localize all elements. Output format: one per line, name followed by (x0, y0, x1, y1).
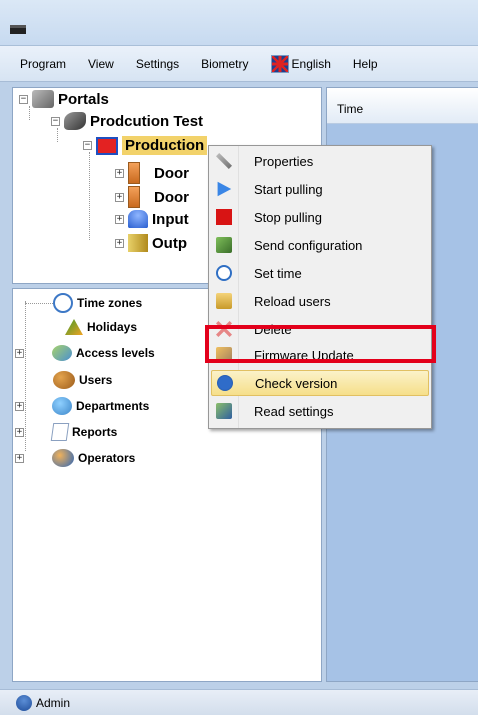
expand-icon[interactable]: + (15, 427, 24, 437)
menu-view[interactable]: View (88, 57, 114, 71)
tree-node-outputs-label: Outp (152, 234, 187, 252)
expand-icon[interactable]: + (115, 238, 124, 248)
menu-help[interactable]: Help (353, 57, 378, 71)
tree-node-inputs-label: Input (152, 210, 189, 228)
tree-item-departments[interactable]: + Departments (15, 397, 149, 415)
holiday-tree-icon (65, 319, 83, 335)
expand-icon[interactable]: + (115, 192, 124, 202)
tree-item-label: Reports (72, 425, 118, 439)
menu-item-label: Reload users (254, 293, 331, 309)
menu-item-start-pulling[interactable]: Start pulling (211, 176, 429, 202)
door-icon (128, 186, 140, 208)
window-titlebar (0, 0, 478, 46)
status-user-label: Admin (36, 695, 71, 710)
departments-icon (52, 397, 72, 415)
menu-item-stop-pulling[interactable]: Stop pulling (211, 204, 429, 230)
column-header-time[interactable]: Time (327, 88, 478, 124)
menu-bar: Program View Settings Biometry English H… (0, 46, 478, 82)
menu-item-label: Start pulling (254, 181, 323, 197)
tree-node-inputs[interactable]: + Input (115, 210, 189, 228)
menu-program[interactable]: Program (20, 57, 66, 71)
tree-item-reports[interactable]: + Reports (15, 423, 117, 441)
menu-item-label: Stop pulling (254, 209, 322, 225)
user-icon (16, 694, 32, 711)
operators-icon (52, 449, 74, 467)
tree-node-door-2[interactable]: + Door (115, 186, 189, 208)
tree-node-site[interactable]: − Prodcution Test (51, 112, 203, 130)
expand-icon[interactable]: + (15, 453, 24, 463)
clock-icon (216, 265, 232, 281)
tree-node-portals[interactable]: − Portals (19, 90, 109, 108)
menu-item-set-time[interactable]: Set time (211, 260, 429, 286)
menu-item-label: Send configuration (254, 237, 363, 253)
menu-item-send-configuration[interactable]: Send configuration (211, 232, 429, 258)
menu-biometry[interactable]: Biometry (201, 57, 248, 71)
output-icon (128, 234, 148, 252)
tree-item-label: Holidays (87, 320, 138, 334)
expand-icon[interactable]: + (115, 214, 124, 224)
tree-item-label: Operators (78, 451, 136, 465)
collapse-icon[interactable]: − (51, 116, 60, 126)
highlight-annotation-box (205, 325, 436, 363)
menu-item-check-version[interactable]: Check version (211, 370, 429, 396)
menu-item-label: Read settings (254, 403, 334, 419)
tree-node-portals-label: Portals (58, 90, 109, 108)
reload-users-icon (216, 293, 232, 309)
uk-flag-icon (270, 54, 289, 73)
tree-item-label: Time zones (77, 296, 143, 310)
tree-item-time-zones[interactable]: Time zones (19, 293, 142, 313)
device-context-menu: Properties Start pulling Stop pulling Se… (208, 145, 432, 429)
menu-item-label: Check version (255, 375, 338, 391)
tree-node-outputs[interactable]: + Outp (115, 234, 187, 252)
app-icon (10, 25, 26, 34)
tree-node-device[interactable]: − Production (83, 136, 208, 155)
status-bar: Admin (0, 689, 478, 715)
collapse-icon[interactable]: − (83, 141, 92, 150)
tree-item-label: Access levels (76, 346, 155, 360)
tree-node-device-label: Production (122, 136, 208, 155)
tools-icon (216, 153, 232, 169)
menu-item-label: Properties (254, 153, 314, 169)
tree-node-door-2-label: Door (154, 188, 189, 206)
door-icon (128, 162, 140, 184)
access-levels-icon (52, 345, 72, 361)
tree-item-label: Departments (76, 399, 150, 413)
collapse-icon[interactable]: − (19, 94, 28, 104)
tree-item-users[interactable]: Users (19, 371, 112, 389)
menu-language-label: English (291, 56, 331, 71)
tree-item-operators[interactable]: + Operators (15, 449, 135, 467)
reports-icon (50, 423, 70, 441)
tree-node-door-1[interactable]: + Door (115, 162, 189, 184)
tree-node-site-label: Prodcution Test (90, 112, 204, 130)
clock-icon (53, 293, 73, 313)
tree-item-access-levels[interactable]: + Access levels (15, 345, 155, 361)
expand-icon[interactable]: + (15, 401, 24, 411)
expand-icon[interactable]: + (115, 168, 124, 178)
users-icon (53, 371, 75, 389)
send-config-icon (216, 237, 232, 253)
menu-item-properties[interactable]: Properties (211, 148, 429, 174)
menu-item-reload-users[interactable]: Reload users (211, 288, 429, 314)
info-icon (217, 375, 233, 391)
menu-language[interactable]: English (270, 54, 331, 73)
play-icon (217, 181, 232, 197)
stop-icon (216, 209, 232, 225)
portals-icon (32, 90, 54, 108)
menu-item-read-settings[interactable]: Read settings (211, 398, 429, 424)
site-icon (64, 112, 86, 130)
tree-item-label: Users (79, 373, 113, 387)
input-icon (128, 210, 148, 228)
expand-icon[interactable]: + (15, 348, 24, 358)
tree-node-door-1-label: Door (154, 164, 189, 182)
read-settings-icon (216, 403, 232, 419)
device-icon (96, 136, 118, 155)
menu-settings[interactable]: Settings (136, 57, 179, 71)
tree-item-holidays[interactable]: Holidays (19, 319, 137, 335)
menu-item-label: Set time (254, 265, 302, 281)
